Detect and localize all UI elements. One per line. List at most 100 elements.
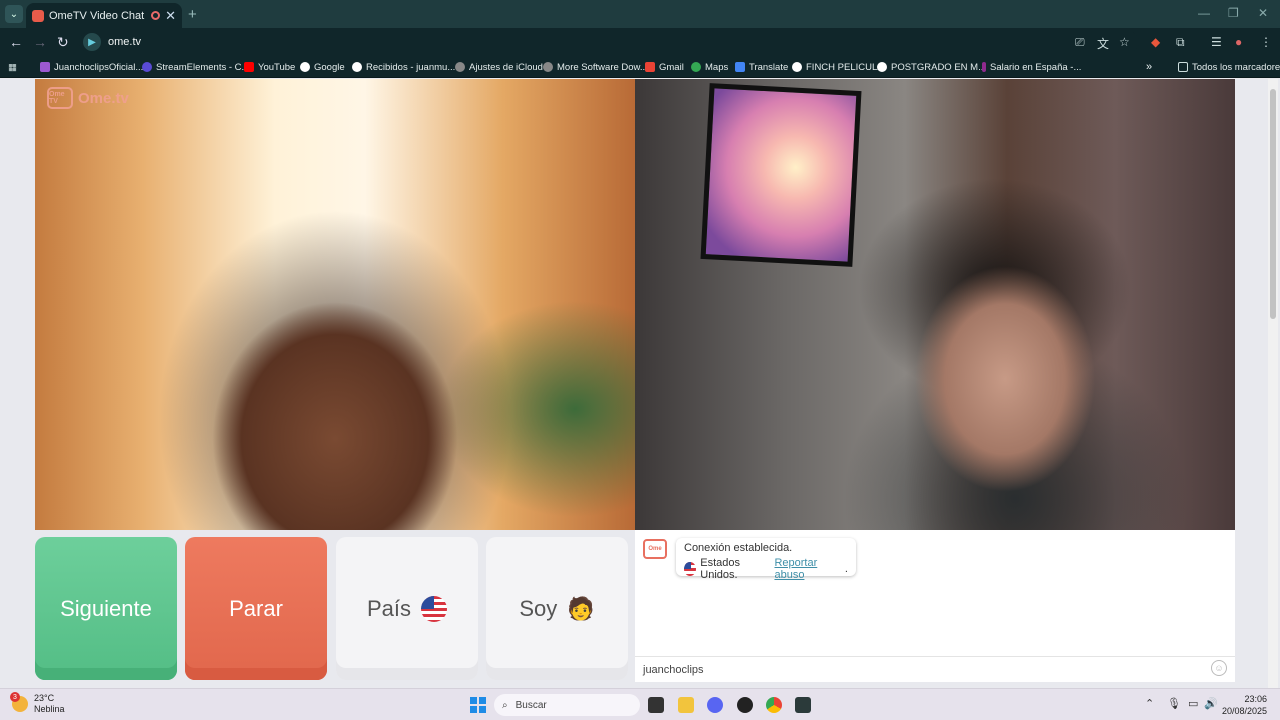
partner-country-text: Estados Unidos. xyxy=(700,557,741,581)
back-arrow-icon[interactable]: ← xyxy=(9,34,23,50)
chat-message-input[interactable]: juanchoclips xyxy=(635,656,1235,682)
chat-panel: Ome Conexión establecida. Estados Unidos… xyxy=(635,530,1235,682)
gender-button-label: Soy xyxy=(519,595,558,621)
forward-arrow-icon[interactable]: → xyxy=(33,34,47,50)
translate-icon[interactable]: 文 xyxy=(1097,35,1109,52)
weather-widget[interactable]: 3 23°C Neblina xyxy=(10,692,65,715)
tab-search-chevron-icon[interactable]: ⌄ xyxy=(5,5,23,23)
start-windows-icon[interactable] xyxy=(470,697,486,713)
reading-list-icon[interactable]: ☰ xyxy=(1211,35,1222,49)
app-icon[interactable] xyxy=(795,697,811,713)
new-tab-plus-icon[interactable]: + xyxy=(188,6,197,23)
reload-icon[interactable]: ↻ xyxy=(57,34,69,51)
ometv-page: Ome TV Ome.tv Siguiente Parar País Soy 🧑… xyxy=(0,79,1280,688)
recording-indicator-icon xyxy=(151,11,161,20)
apple-icon xyxy=(455,62,465,72)
weather-badge: 3 xyxy=(10,692,20,702)
person-emoji-icon: 🧑 xyxy=(567,595,595,621)
report-abuse-link[interactable]: Reportar abuso xyxy=(774,557,840,581)
film-icon xyxy=(792,62,802,72)
maximize-icon[interactable]: ❐ xyxy=(1228,6,1239,20)
chat-controls: Siguiente Parar País Soy 🧑 xyxy=(35,537,635,680)
country-select-button[interactable]: País xyxy=(336,537,478,680)
maps-pin-icon xyxy=(691,62,701,72)
volume-icon[interactable]: 🔊 xyxy=(1204,697,1218,710)
close-tab-icon[interactable]: ✕ xyxy=(165,8,176,24)
next-button-label: Siguiente xyxy=(60,595,152,621)
bookmark-maps[interactable]: Maps xyxy=(691,60,728,74)
report-abuse-suffix: . xyxy=(844,563,848,575)
ometv-tv-icon: Ome TV xyxy=(47,87,73,109)
clock-date: 20/08/2025 xyxy=(1222,706,1268,716)
next-button[interactable]: Siguiente xyxy=(35,537,177,680)
translate-icon xyxy=(735,62,745,72)
extensions-puzzle-icon[interactable]: ⧉ xyxy=(1176,35,1185,50)
minimize-icon[interactable]: — xyxy=(1198,6,1210,20)
bookmark-translate[interactable]: Translate xyxy=(735,60,788,74)
address-bar[interactable]: ▶ ome.tv xyxy=(79,31,1139,53)
apps-grid-icon[interactable]: ▦ xyxy=(8,60,17,74)
all-bookmarks-folder[interactable]: Todos los marcadores xyxy=(1178,60,1280,74)
tab-ometv[interactable]: OmeTV Video Chat — Ome ✕ xyxy=(26,3,182,28)
bookmark-salario[interactable]: Salario en España -... xyxy=(982,60,1081,74)
bookmark-streamelements[interactable]: StreamElements - C... xyxy=(142,60,249,74)
profile-avatar-icon[interactable]: ● xyxy=(1235,35,1242,49)
bookmarks-bar: ▦ JuanchoclipsOficial... StreamElements … xyxy=(0,56,1280,78)
menu-kebab-icon[interactable]: ⋮ xyxy=(1260,35,1272,49)
close-window-icon[interactable]: ✕ xyxy=(1258,6,1268,20)
discord-icon[interactable] xyxy=(707,697,723,713)
local-video xyxy=(635,79,1235,530)
bookmark-youtube[interactable]: YouTube xyxy=(244,60,295,74)
bookmark-more-software[interactable]: More Software Dow... xyxy=(543,60,648,74)
bookmark-postgrado[interactable]: POSTGRADO EN M... xyxy=(877,60,986,74)
page-scrollbar[interactable] xyxy=(1268,79,1278,688)
system-message-bubble: Conexión establecida. Estados Unidos. Re… xyxy=(676,538,856,581)
bookmark-juanchoclips[interactable]: JuanchoclipsOficial... xyxy=(40,60,143,74)
youtube-icon xyxy=(244,62,254,72)
clock-time: 23:06 xyxy=(1244,694,1268,704)
extension-fox-icon[interactable]: ◆ xyxy=(1151,35,1160,49)
weather-condition: Neblina xyxy=(34,704,65,714)
country-button-label: País xyxy=(366,595,412,621)
windows-taskbar: 3 23°C Neblina ⌕ Buscar ⌃ 🎙 ▭ 🔊 23:06 20… xyxy=(0,688,1280,720)
search-icon: ⌕ xyxy=(502,699,508,711)
bookmark-finch[interactable]: FINCH PELICULA xyxy=(792,60,884,74)
url-text[interactable]: ome.tv xyxy=(108,36,141,48)
scrollbar-thumb[interactable] xyxy=(1270,89,1276,319)
stop-button[interactable]: Parar xyxy=(185,537,327,680)
stop-button-label: Parar xyxy=(229,595,283,621)
folder-icon xyxy=(1178,62,1188,72)
tray-overflow-chevron-icon[interactable]: ⌃ xyxy=(1145,697,1154,710)
taskbar-search-placeholder: Buscar xyxy=(515,699,547,711)
weather-sun-icon: 3 xyxy=(10,692,28,712)
ometv-logo: Ome TV Ome.tv xyxy=(47,87,129,109)
microphone-icon[interactable]: 🎙 xyxy=(1167,697,1181,710)
ometv-logo-text: Ome.tv xyxy=(78,89,129,107)
cast-icon[interactable]: ⎚ xyxy=(1075,35,1085,50)
tab-title: OmeTV Video Chat — Ome xyxy=(49,9,146,22)
weather-temperature: 23°C xyxy=(34,693,55,703)
bookmark-recibidos[interactable]: Recibidos - juanmu... xyxy=(352,60,455,74)
taskbar-search[interactable]: ⌕ Buscar xyxy=(494,694,640,716)
obs-icon[interactable] xyxy=(737,697,753,713)
bookmark-google[interactable]: Google xyxy=(300,60,345,74)
ometv-chat-avatar-icon: Ome xyxy=(643,539,667,559)
more-bookmarks-chevron-icon[interactable]: » xyxy=(1146,60,1152,74)
google-icon xyxy=(352,62,362,72)
taskbar-clock[interactable]: 23:06 20/08/2025 xyxy=(1222,693,1267,717)
ometv-favicon-icon xyxy=(32,9,44,22)
bookmark-star-icon[interactable]: ☆ xyxy=(1119,35,1130,49)
connection-status-text: Conexión establecida. xyxy=(684,542,793,554)
bookmark-icloud[interactable]: Ajustes de iCloud xyxy=(455,60,543,74)
bookmark-gmail[interactable]: Gmail xyxy=(645,60,684,74)
emoji-picker-icon[interactable]: ☺ xyxy=(1211,660,1227,676)
google-icon xyxy=(300,62,310,72)
site-info-camera-icon[interactable]: ▶ xyxy=(83,33,101,51)
file-explorer-icon[interactable] xyxy=(678,697,694,713)
background-tv-screen xyxy=(700,83,862,267)
chrome-icon[interactable] xyxy=(766,697,782,713)
network-icon[interactable]: ▭ xyxy=(1188,697,1198,710)
apple-icon xyxy=(543,62,553,72)
gender-select-button[interactable]: Soy 🧑 xyxy=(486,537,628,680)
task-view-icon[interactable] xyxy=(648,697,664,713)
